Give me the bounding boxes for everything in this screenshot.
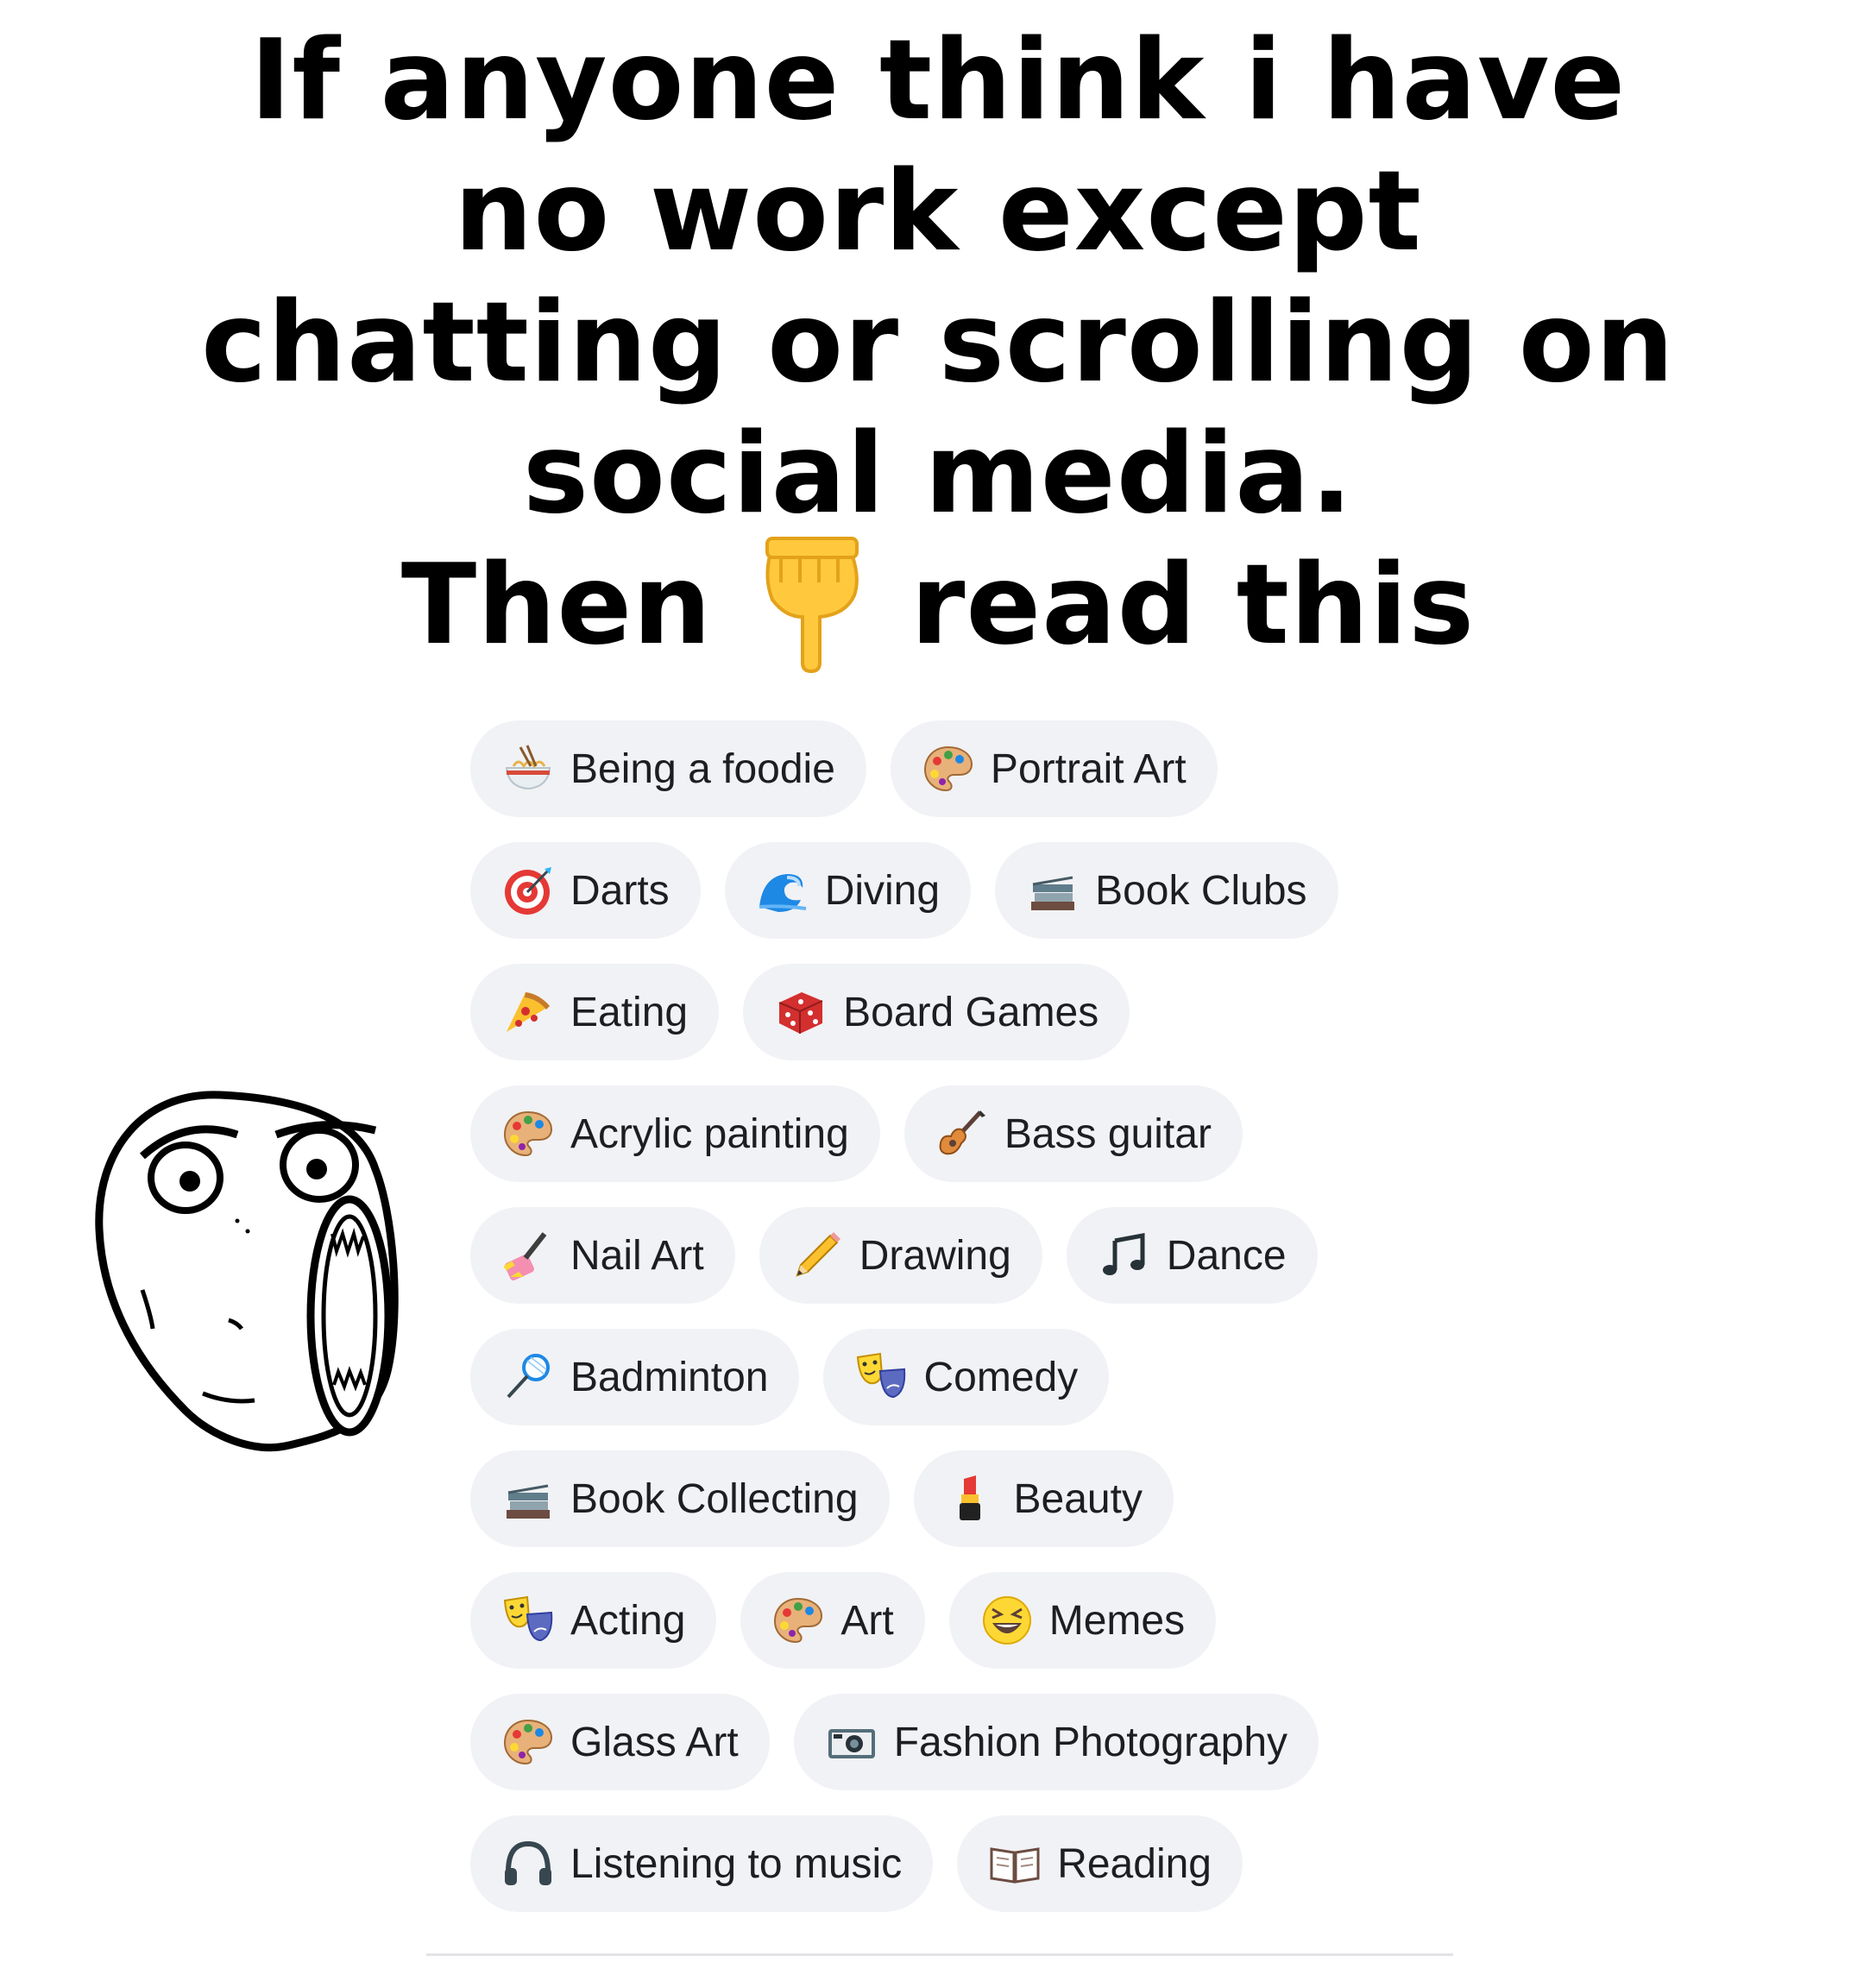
interest-row: Listening to music Reading [470,1815,1506,1912]
interest-row: Acrylic painting Bass guitar [470,1085,1506,1182]
interest-chip[interactable]: Board Games [743,964,1130,1060]
interest-chip[interactable]: Art [740,1572,925,1669]
theater-masks-icon [854,1350,908,1404]
lol-rage-face-icon [95,1091,399,1452]
interest-row: Book Collecting Beauty [470,1450,1506,1547]
interest-chip-label: Darts [570,867,670,914]
interest-chip-list: Being a foodie Portrait Art Darts Diving Boo… [470,720,1506,1937]
interest-chip[interactable]: Diving [724,842,972,939]
interest-row: Acting Art Memes [470,1572,1506,1669]
interest-chip-label: Board Games [843,989,1099,1035]
interest-row: Eating Board Games [470,964,1506,1060]
interest-row: Darts Diving Book Clubs [470,842,1506,939]
interest-chip-label: Listening to music [570,1840,903,1887]
noodle-bowl-icon [501,742,555,796]
interest-chip[interactable]: Beauty [913,1450,1174,1547]
interest-chip-label: Book Clubs [1095,867,1307,914]
divider [426,1953,1453,1956]
interest-chip-label: Beauty [1013,1475,1143,1522]
headline-then: Then [400,541,713,670]
interest-chip-label: Eating [570,989,689,1035]
interest-row: Being a foodie Portrait Art [470,720,1506,817]
interest-chip-label: Acting [570,1597,686,1644]
guitar-icon [935,1107,989,1160]
interest-chip[interactable]: Reading [957,1815,1243,1912]
interest-chip-label: Being a foodie [570,745,835,792]
interest-chip-label: Bass guitar [1004,1110,1212,1157]
interest-chip-label: Book Collecting [570,1475,859,1522]
wave-icon [756,864,809,917]
camera-icon [825,1715,878,1769]
interest-chip-label: Reading [1057,1840,1212,1887]
interest-chip[interactable]: Bass guitar [903,1085,1243,1182]
interest-chip[interactable]: Dance [1066,1207,1318,1304]
interest-chip[interactable]: Portrait Art [890,720,1218,817]
books-icon [501,1472,555,1525]
palette-icon [771,1594,825,1647]
interest-chip-label: Memes [1048,1597,1186,1644]
interest-chip-label: Glass Art [570,1719,739,1765]
interest-chip[interactable]: Acting [470,1572,717,1669]
interest-chip[interactable]: Book Collecting [470,1450,890,1547]
interest-chip-label: Badminton [570,1354,769,1400]
interest-chip[interactable]: Drawing [759,1207,1042,1304]
dart-target-icon [501,864,555,917]
interest-chip[interactable]: Being a foodie [470,720,866,817]
headline-line-3: chatting or scrolling on [201,279,1675,407]
nail-polish-icon [501,1229,555,1282]
interest-chip-label: Portrait Art [990,745,1187,792]
interest-chip[interactable]: Glass Art [470,1694,770,1790]
interest-chip[interactable]: Acrylic painting [470,1085,880,1182]
palette-icon [922,742,975,796]
headline-line-2: no work except [454,148,1422,276]
badminton-icon [501,1350,555,1404]
pencil-icon [790,1229,844,1282]
interest-chip[interactable]: Eating [470,964,720,1060]
palette-icon [501,1715,555,1769]
headline-line-5: Then read this [0,536,1876,682]
interest-chip-label: Fashion Photography [893,1719,1288,1765]
pointing-down-hand-icon [755,535,867,673]
headline-read-this: read this [910,541,1476,670]
dice-icon [774,985,828,1039]
lipstick-icon [945,1472,998,1525]
interest-chip[interactable]: Comedy [823,1329,1110,1425]
interest-chip[interactable]: Badminton [470,1329,800,1425]
interest-chip-label: Diving [824,867,941,914]
interest-chip[interactable]: Fashion Photography [793,1694,1319,1790]
interest-chip-label: Nail Art [570,1232,704,1279]
interest-chip-label: Dance [1166,1232,1287,1279]
interest-row: Nail Art Drawing Dance [470,1207,1506,1304]
headline-line-4: social media. [522,410,1354,538]
interest-row: Glass Art Fashion Photography [470,1694,1506,1790]
interest-chip[interactable]: Memes [948,1572,1217,1669]
interest-chip[interactable]: Nail Art [470,1207,735,1304]
theater-masks-icon [501,1594,555,1647]
books-icon [1026,864,1080,917]
headphones-icon [501,1837,555,1890]
interest-chip-label: Comedy [923,1354,1079,1400]
interest-chip[interactable]: Darts [470,842,701,939]
interest-chip-label: Drawing [859,1232,1011,1279]
music-note-icon [1098,1229,1151,1282]
interest-row: Badminton Comedy [470,1329,1506,1425]
laughing-face-icon [980,1594,1034,1647]
open-book-icon [988,1837,1042,1890]
interest-chip-label: Art [840,1597,894,1644]
interest-chip[interactable]: Listening to music [470,1815,934,1912]
pizza-icon [501,985,555,1039]
headline: If anyone think i have no work except ch… [0,16,1876,682]
palette-icon [501,1107,555,1160]
interest-chip-label: Acrylic painting [570,1110,849,1157]
interest-chip[interactable]: Book Clubs [995,842,1338,939]
headline-line-1: If anyone think i have [249,16,1627,145]
